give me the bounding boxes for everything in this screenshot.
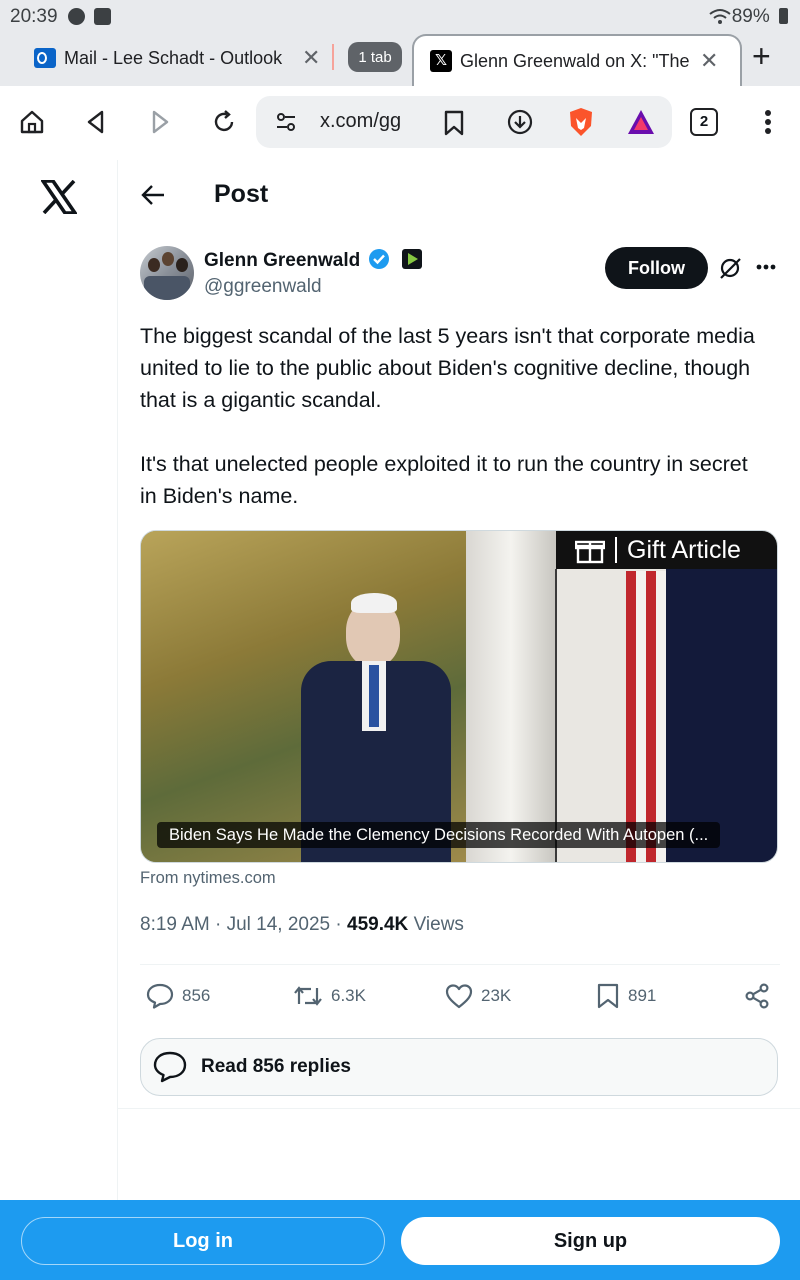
tab-switcher-button[interactable]: 2	[686, 104, 722, 140]
tab-strip: Mail - Lee Schadt - Outlook ✕ 1 tab 𝕏 Gl…	[0, 34, 800, 86]
more-options-icon[interactable]	[756, 264, 776, 270]
sync-icon	[68, 8, 85, 25]
site-settings-icon[interactable]	[274, 110, 298, 134]
x-icon: 𝕏	[430, 50, 452, 72]
heart-icon	[445, 984, 473, 1009]
auth-bar: Log in Sign up	[0, 1200, 800, 1280]
tab-group-chip[interactable]: 1 tab	[348, 42, 402, 72]
post-column: Post Glenn Greenwald @ggreenwald Follow …	[118, 160, 800, 1200]
verified-badge-icon	[368, 249, 389, 269]
tab-outlook[interactable]: Mail - Lee Schadt - Outlook ✕	[34, 34, 324, 82]
menu-icon[interactable]	[750, 104, 786, 140]
repost-count: 6.3K	[331, 986, 366, 1005]
back-icon[interactable]	[78, 104, 114, 140]
share-button[interactable]	[744, 982, 770, 1010]
post-paragraph: It's that unelected people exploited it …	[140, 452, 748, 508]
page-title: Post	[214, 180, 269, 208]
link-card[interactable]: Gift Article Biden Says He Made the Clem…	[140, 530, 778, 863]
gift-icon	[575, 540, 605, 564]
like-count: 23K	[481, 986, 512, 1005]
divider	[118, 1108, 800, 1109]
views-count: 459.4K	[347, 914, 409, 935]
brave-rewards-icon[interactable]	[626, 108, 656, 136]
status-bar: 20:39 89%	[0, 0, 800, 34]
gift-article-badge: Gift Article	[575, 531, 741, 569]
bookmark-button[interactable]: 891	[596, 982, 656, 1010]
avatar[interactable]	[140, 246, 194, 300]
browser-toolbar: x.com/gg 2	[0, 86, 800, 160]
battery-level: 89%	[732, 6, 788, 28]
card-source[interactable]: From nytimes.com	[140, 869, 276, 888]
close-tab-icon[interactable]: ✕	[302, 45, 320, 71]
left-nav	[0, 160, 118, 1200]
tab-count: 2	[690, 108, 718, 136]
tab-separator	[332, 44, 334, 70]
tab-title: Mail - Lee Schadt - Outlook	[64, 47, 283, 68]
reply-icon	[146, 983, 174, 1009]
reply-count: 856	[182, 986, 211, 1005]
divider	[140, 964, 780, 965]
url-text: x.com/gg	[320, 110, 402, 132]
login-button[interactable]: Log in	[21, 1217, 385, 1265]
repost-button[interactable]: 6.3K	[293, 982, 366, 1010]
gift-article-label: Gift Article	[627, 535, 741, 564]
bookmark-icon	[597, 983, 619, 1009]
x-logo-icon[interactable]	[41, 180, 77, 214]
home-icon[interactable]	[14, 104, 50, 140]
chat-bubble-icon	[153, 1051, 187, 1083]
views-label: Views	[408, 914, 464, 935]
tab-title: Glenn Greenwald on X: "The b	[460, 50, 692, 71]
reply-button[interactable]: 856	[146, 982, 210, 1010]
post-meta: 8:19 AM · Jul 14, 2025 · 459.4K Views	[140, 914, 464, 936]
like-button[interactable]: 23K	[445, 982, 511, 1010]
read-replies-label: Read 856 replies	[201, 1056, 351, 1077]
outlook-icon	[34, 48, 56, 68]
download-icon[interactable]	[506, 108, 534, 136]
status-time: 20:39	[10, 6, 58, 27]
signup-button[interactable]: Sign up	[401, 1217, 780, 1265]
post-timestamp[interactable]: 8:19 AM · Jul 14, 2025 ·	[140, 914, 347, 935]
checkbox-notification-icon	[94, 8, 111, 25]
wifi-icon	[709, 9, 731, 24]
post-text: The biggest scandal of the last 5 years …	[140, 320, 760, 544]
author-name[interactable]: Glenn Greenwald	[204, 248, 423, 272]
author-handle[interactable]: @ggreenwald	[204, 276, 322, 298]
close-tab-icon[interactable]: ✕	[700, 48, 718, 74]
repost-icon	[294, 986, 322, 1006]
brave-shields-icon[interactable]	[566, 106, 596, 138]
bookmark-count: 891	[628, 986, 657, 1005]
back-arrow-icon[interactable]	[140, 182, 166, 208]
follow-button[interactable]: Follow	[605, 247, 708, 289]
article-image	[141, 531, 777, 862]
post-paragraph: The biggest scandal of the last 5 years …	[140, 324, 755, 412]
grok-icon[interactable]	[718, 256, 742, 280]
battery-icon	[779, 8, 788, 24]
bookmark-icon[interactable]	[443, 109, 465, 137]
forward-icon[interactable]	[142, 104, 178, 140]
card-caption: Biden Says He Made the Clemency Decision…	[157, 822, 721, 848]
address-bar[interactable]: x.com/gg	[256, 96, 672, 148]
tab-x-post[interactable]: 𝕏 Glenn Greenwald on X: "The b ✕	[412, 34, 742, 86]
reload-icon[interactable]	[206, 104, 242, 140]
read-replies-button[interactable]: Read 856 replies	[140, 1038, 778, 1096]
share-icon	[745, 983, 769, 1009]
rumble-badge-icon	[401, 249, 422, 269]
new-tab-icon[interactable]: +	[752, 38, 771, 75]
